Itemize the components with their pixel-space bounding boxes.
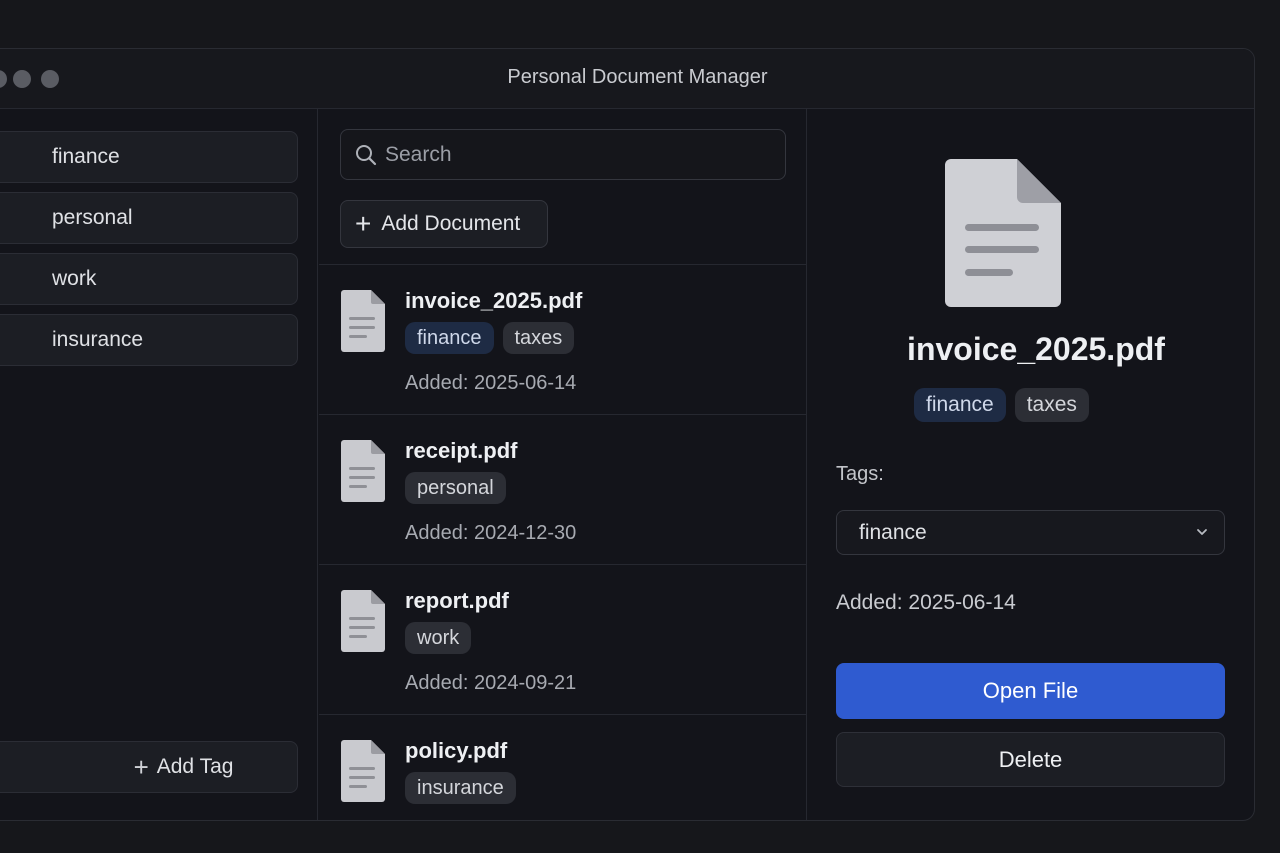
document-tags: finance taxes (405, 322, 575, 354)
document-list-pane: Search + Add Document invoice_2025.pdf f… (319, 109, 807, 820)
plus-icon: + (355, 208, 372, 239)
sidebar-item-insurance[interactable]: insurance (0, 314, 298, 366)
document-icon (341, 440, 385, 502)
search-icon (356, 144, 377, 165)
document-tags: insurance (405, 772, 516, 804)
document-date: Added: 2024-12-30 (405, 522, 577, 544)
tag-chip: finance (914, 388, 1006, 422)
delete-button[interactable]: Delete (836, 732, 1225, 787)
document-tags: finance taxes (914, 388, 1089, 422)
document-name: policy.pdf (405, 738, 508, 763)
sidebar-item-personal[interactable]: personal (0, 192, 298, 244)
document-name: receipt.pdf (405, 438, 518, 463)
document-name: report.pdf (405, 588, 509, 613)
tag-select[interactable]: finance (836, 510, 1225, 555)
tag-chip: work (405, 622, 472, 654)
add-document-button[interactable]: + Add Document (340, 200, 548, 248)
document-detail-pane: invoice_2025.pdf finance taxes Tags: fin… (808, 109, 1254, 820)
add-document-label: Add Document (381, 212, 521, 235)
add-tag-button[interactable]: + Add Tag (0, 741, 298, 793)
open-file-button[interactable]: Open File (836, 663, 1225, 719)
sidebar-item-finance[interactable]: finance (0, 131, 298, 183)
tag-sidebar: finance personal work insurance + Add Ta… (0, 109, 318, 820)
open-file-label: Open File (982, 678, 1079, 703)
sidebar-item-label: work (52, 267, 97, 290)
window-title: Personal Document Manager (507, 66, 768, 88)
document-title: invoice_2025.pdf (907, 331, 1165, 367)
sidebar-item-label: insurance (52, 328, 144, 351)
document-name: invoice_2025.pdf (405, 288, 583, 313)
chevron-down-icon (1197, 529, 1207, 535)
tag-select-value: finance (859, 520, 927, 544)
sidebar-item-work[interactable]: work (0, 253, 298, 305)
document-icon (945, 159, 1061, 307)
added-date: Added: 2025-06-14 (836, 591, 1016, 614)
plus-icon: + (133, 751, 149, 782)
search-input[interactable]: Search (340, 129, 786, 180)
document-row[interactable]: invoice_2025.pdf finance taxes Added: 20… (319, 264, 807, 414)
document-icon (341, 290, 385, 352)
app-window: Personal Document Manager finance person… (0, 48, 1255, 821)
document-icon (341, 740, 385, 802)
sidebar-item-label: personal (52, 206, 133, 229)
tag-chip: taxes (1014, 388, 1089, 422)
document-tags: work (405, 622, 472, 654)
document-row[interactable]: receipt.pdf personal Added: 2024-12-30 (319, 414, 807, 564)
sidebar-item-label: finance (52, 145, 120, 168)
document-icon (341, 590, 385, 652)
search-placeholder: Search (385, 142, 452, 166)
document-tags: personal (405, 472, 506, 504)
title-bar: Personal Document Manager (0, 49, 1254, 109)
document-date: Added: 2024-09-21 (405, 672, 577, 694)
tags-label: Tags: (836, 463, 884, 485)
tag-chip: insurance (405, 772, 516, 804)
document-row[interactable]: policy.pdf insurance (319, 714, 807, 820)
add-tag-label: Add Tag (156, 755, 234, 778)
document-date: Added: 2025-06-14 (405, 372, 577, 394)
tag-chip: taxes (502, 322, 575, 354)
tag-chip: finance (405, 322, 494, 354)
tag-chip: personal (405, 472, 506, 504)
delete-label: Delete (998, 746, 1063, 772)
document-row[interactable]: report.pdf work Added: 2024-09-21 (319, 564, 807, 714)
